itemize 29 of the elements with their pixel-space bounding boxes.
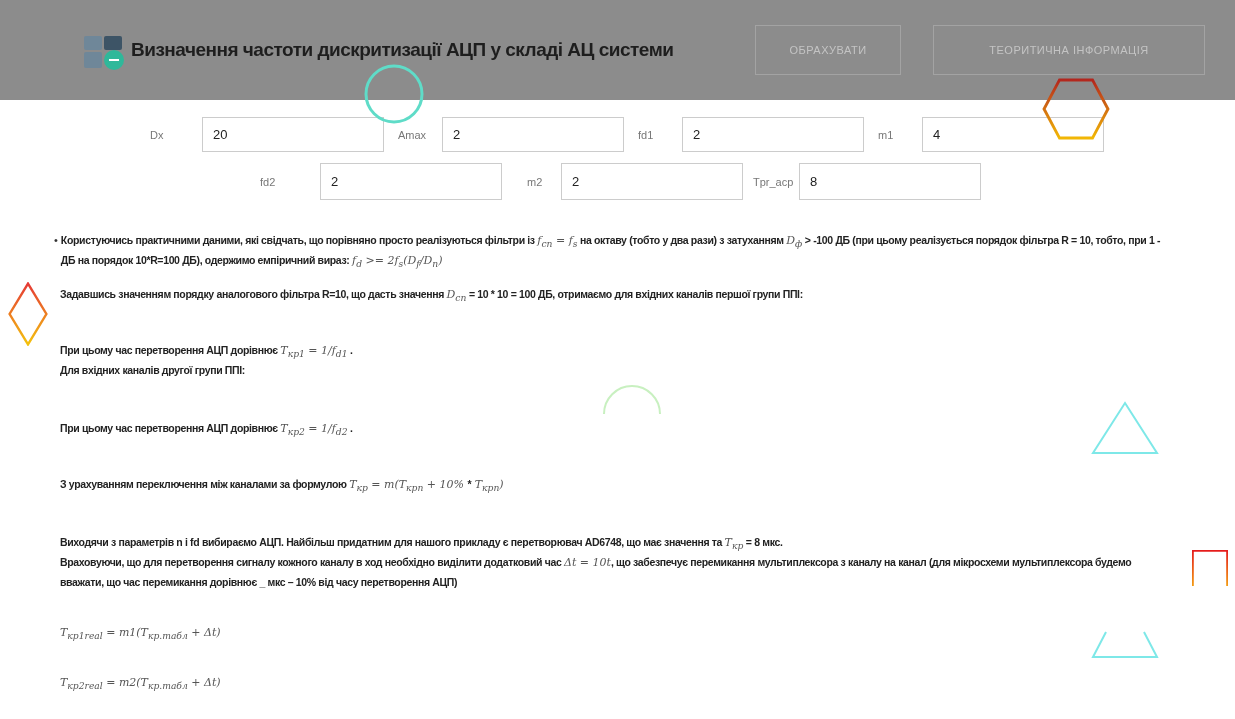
triangle-shape [1090,400,1160,456]
field-label: fd2 [260,175,277,188]
paragraph: Враховуючи, що для перетворення сигналу кожного каналу в ход необхідно виділити додатковий час Δt = 10t, що забезпечує перемикання мультиплексора з каналу на канал (для мікросхеми мультиплексора будемо вважати, що час перемикання дорівнює _ мкс – 10% від часу перетворення АЦП) [60,555,1133,590]
paragraph: Задавшись значенням порядку аналогового фільтра R=10, що дасть значення D$_{сп}$ = 10 * 10 = 100 ДБ, отримаємо для вхідних каналів першої групи ППІ: [60,287,803,304]
field-label: m1 [878,128,895,141]
field-label: Dx [150,128,165,141]
bullet: • [54,233,58,248]
field-label: m2 [527,175,544,188]
paragraph: T$_{кр2real}$ = m2(T$_{кр.табл}$ + Δt) [60,675,221,692]
field-label: Tpr_acp [753,175,795,188]
input-field[interactable]: 2 [561,163,743,200]
input-field[interactable]: 2 [320,163,502,200]
input-field[interactable]: 2 [442,117,624,152]
diamond-shape [8,282,48,346]
circle-shape [362,62,426,126]
field-label: fd1 [638,128,655,141]
paragraph: При цьому час перетворення АЦП дорівнює T$_{кр2}$ = 1/f$_{d2}$ . [60,421,353,438]
input-field[interactable]: 4 [922,117,1104,152]
hexagon-shape [1042,78,1110,140]
field-label: Amax [398,128,428,141]
paragraph: Виходячи з параметрів n і fd вибираємо АЦП. Найбільш придатним для нашого прикладу є перетворювач AD6748, що має значення та T$_{кр}$ = 8 мкс. [60,535,783,552]
paragraph: T$_{кр1real}$ = m1(T$_{кр.табл}$ + Δt) [60,625,221,642]
input-field[interactable]: 20 [202,117,384,152]
paragraph: При цьому час перетворення АЦП дорівнює T$_{кр1}$ = 1/f$_{d1}$ . [60,343,353,360]
input-field[interactable]: 2 [682,117,864,152]
paragraph: З урахуванням переключення між каналами за формулою T$_{кр}$ = m(T$_{крn}$ + 10% * T$_{крn}$) [60,477,504,494]
page-title: Визначення частоти дискритизації АЦП у складі АЦ системи [131,39,675,61]
paragraph: Для вхідних каналів другої групи ППІ: [60,363,245,378]
input-field[interactable]: 8 [799,163,981,200]
